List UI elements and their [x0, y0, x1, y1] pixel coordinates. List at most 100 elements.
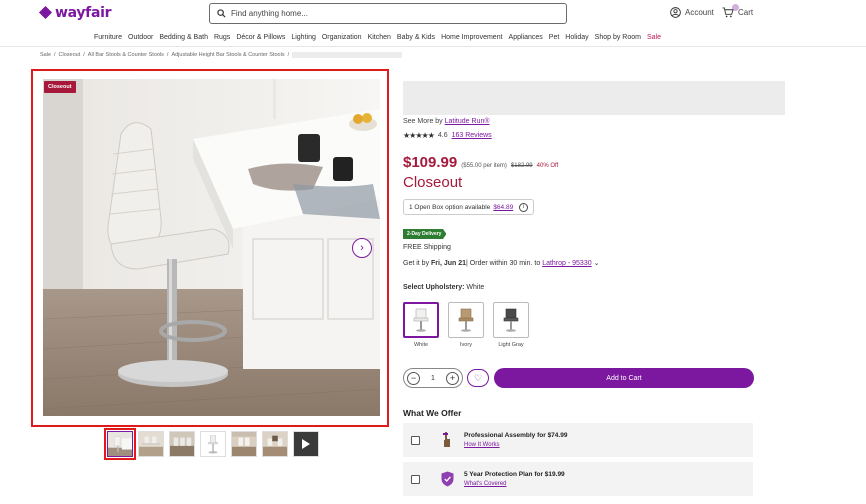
upholstery-swatches: White Ivory Light Gray — [403, 302, 529, 348]
add-to-cart-button[interactable]: Add to Cart — [494, 368, 754, 388]
thumbnail-5[interactable] — [231, 431, 257, 457]
shield-check-icon — [440, 470, 454, 488]
nav-item-furniture[interactable]: Furniture — [94, 34, 122, 41]
nav-divider — [0, 46, 866, 47]
search-input[interactable] — [231, 9, 531, 18]
breadcrumb-sale[interactable]: Sale — [40, 52, 51, 58]
location-link[interactable]: Lathrop - 95330 — [542, 260, 591, 267]
protection-offer-title: 5 Year Protection Plan for $19.99 — [464, 471, 565, 478]
cart-count-badge — [732, 4, 739, 11]
stool-gray-icon — [503, 308, 519, 332]
decrease-quantity-button[interactable]: − — [407, 371, 420, 385]
closeout-label: Closeout — [403, 174, 463, 191]
account-link[interactable]: Account — [670, 7, 714, 18]
assembly-hand-icon — [440, 431, 454, 449]
breadcrumb-adjustable-height[interactable]: Adjustable Height Bar Stools & Counter S… — [171, 52, 284, 58]
assembly-checkbox[interactable] — [411, 435, 420, 445]
nav-item-lighting[interactable]: Lighting — [291, 34, 316, 41]
brand-name: wayfair — [55, 5, 112, 21]
swatch-ivory[interactable]: Ivory — [448, 302, 484, 348]
thumbnail-1[interactable] — [104, 428, 136, 460]
assembly-offer-title: Professional Assembly for $74.99 — [464, 432, 568, 439]
thumbnail-video[interactable] — [293, 431, 319, 457]
product-title-placeholder — [403, 81, 785, 115]
sale-price: $109.99 — [403, 154, 458, 171]
favorite-button[interactable]: ♡ — [467, 369, 489, 387]
percent-off: 40% Off — [536, 163, 559, 169]
search-icon — [217, 9, 226, 18]
protection-checkbox[interactable] — [411, 474, 420, 484]
star-rating-icon: ★★★★★ — [403, 131, 435, 140]
whats-covered-link[interactable]: What's Covered — [464, 481, 565, 487]
heart-icon: ♡ — [473, 372, 483, 383]
rating-value: 4.6 — [437, 132, 448, 139]
swatch-white[interactable]: White — [403, 302, 439, 348]
delivery-date: Fri, Jun 21 — [431, 260, 467, 267]
offer-protection: 5 Year Protection Plan for $19.99 What's… — [403, 462, 753, 496]
stool-ivory-icon — [458, 308, 474, 332]
open-box-price-link[interactable]: $64.89 — [493, 204, 513, 211]
chevron-right-icon: › — [360, 242, 364, 254]
wayfair-logo[interactable]: wayfair — [38, 5, 112, 21]
see-more-by: See More by Latitude Run® — [403, 118, 490, 125]
reviews-link[interactable]: 163 Reviews — [452, 132, 492, 139]
quantity-stepper: − 1 + — [403, 368, 463, 388]
logo-mark-icon — [38, 5, 53, 20]
increase-quantity-button[interactable]: + — [446, 371, 459, 385]
nav-item-bedding-bath[interactable]: Bedding & Bath — [159, 34, 208, 41]
nav-item-kitchen[interactable]: Kitchen — [368, 34, 391, 41]
delivery-estimate: Get it by Fri, Jun 21| Order within 30 m… — [403, 260, 600, 267]
quantity-value[interactable]: 1 — [431, 375, 435, 382]
breadcrumb-all-bar-stools[interactable]: All Bar Stools & Counter Stools — [88, 52, 164, 58]
nav-item-shop-by-room[interactable]: Shop by Room — [595, 34, 641, 41]
nav-item-organization[interactable]: Organization — [322, 34, 362, 41]
offer-assembly: Professional Assembly for $74.99 How It … — [403, 423, 753, 457]
account-label: Account — [685, 8, 714, 17]
price-row: $109.99 ($55.00 per item) $182.99 40% Of… — [403, 154, 558, 171]
thumbnail-3[interactable] — [169, 431, 195, 457]
nav-item-outdoor[interactable]: Outdoor — [128, 34, 153, 41]
next-image-button[interactable]: › — [352, 238, 372, 258]
free-shipping: FREE Shipping — [403, 244, 451, 251]
thumbnail-6[interactable] — [262, 431, 288, 457]
delivery-badge: 2-Day Delivery — [403, 229, 447, 239]
thumbnail-4[interactable] — [200, 431, 226, 457]
nav-item-decor-pillows[interactable]: Décor & Pillows — [236, 34, 285, 41]
per-item-price: ($55.00 per item) — [461, 163, 507, 169]
order-within: | Order within 30 min. to — [466, 260, 541, 267]
nav-item-pet[interactable]: Pet — [549, 34, 560, 41]
nav-item-home-improvement[interactable]: Home Improvement — [441, 34, 502, 41]
what-we-offer-heading: What We Offer — [403, 408, 462, 418]
closeout-badge: Closeout — [44, 81, 76, 93]
search-box[interactable] — [209, 3, 567, 24]
brand-link[interactable]: Latitude Run® — [445, 118, 490, 125]
nav-item-holiday[interactable]: Holiday — [565, 34, 588, 41]
cart-link[interactable]: Cart — [722, 4, 754, 18]
original-price: $182.99 — [510, 163, 533, 169]
rating-row: ★★★★★ 4.6 163 Reviews — [403, 131, 492, 140]
breadcrumb: Sale / Closeout / All Bar Stools & Counter… — [40, 52, 403, 58]
chevron-down-icon[interactable]: ⌄ — [594, 260, 600, 267]
upholstery-value: White — [466, 284, 485, 291]
open-box-text: 1 Open Box option available — [409, 203, 491, 211]
nav-item-sale[interactable]: Sale — [647, 34, 661, 41]
swatch-light-gray[interactable]: Light Gray — [493, 302, 529, 348]
upholstery-label: Select Upholstery: White — [403, 284, 485, 291]
open-box-banner: 1 Open Box option available $64.89 i — [403, 199, 535, 215]
thumbnail-2[interactable] — [138, 431, 164, 457]
info-icon[interactable]: i — [519, 202, 529, 212]
how-it-works-link[interactable]: How It Works — [464, 442, 567, 448]
see-more-prefix: See More by — [403, 118, 443, 125]
nav-item-baby-kids[interactable]: Baby & Kids — [397, 34, 435, 41]
cart-label: Cart — [738, 8, 754, 17]
breadcrumb-loading-placeholder — [292, 52, 403, 58]
site-header: wayfair Account Cart — [0, 0, 866, 30]
account-icon — [670, 7, 681, 18]
play-icon — [302, 439, 310, 449]
thumbnail-strip — [104, 428, 319, 460]
main-product-image[interactable] — [43, 79, 380, 416]
nav-item-appliances[interactable]: Appliances — [509, 34, 543, 41]
category-nav: Furniture Outdoor Bedding & Bath Rugs Dé… — [0, 30, 866, 46]
nav-item-rugs[interactable]: Rugs — [214, 34, 230, 41]
breadcrumb-closeout[interactable]: Closeout — [59, 52, 81, 58]
